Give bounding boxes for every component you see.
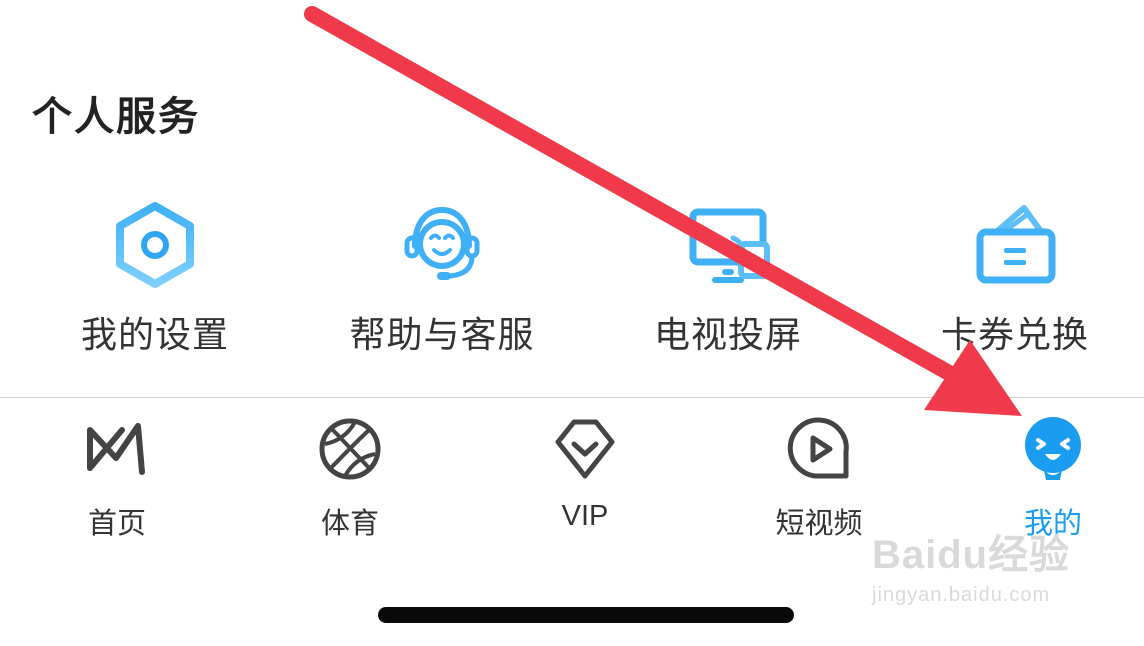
tab-home[interactable]: 首页 xyxy=(37,414,197,544)
tab-label: 我的 xyxy=(1023,508,1082,540)
customer-service-icon xyxy=(404,206,480,280)
service-label: 卡券兑换 xyxy=(940,314,1089,355)
tab-short-video[interactable]: 短视频 xyxy=(739,414,899,544)
tab-sports[interactable]: 体育 xyxy=(270,414,430,544)
service-label: 电视投屏 xyxy=(653,314,802,355)
coupon-wallet-icon xyxy=(976,205,1056,284)
basketball-icon xyxy=(319,418,381,480)
home-indicator[interactable] xyxy=(378,607,794,623)
home-logo-icon xyxy=(87,423,145,475)
service-my-settings[interactable]: 我的设置 xyxy=(35,200,275,360)
tab-label: 首页 xyxy=(87,508,146,540)
service-tv-cast[interactable]: 电视投屏 xyxy=(608,200,848,360)
short-video-icon xyxy=(787,417,849,479)
service-coupon-redeem[interactable]: 卡券兑换 xyxy=(895,200,1135,360)
settings-hex-icon xyxy=(116,202,194,288)
tab-mine[interactable]: 我的 xyxy=(973,414,1133,544)
section-title: 个人服务 xyxy=(32,95,200,139)
service-label: 我的设置 xyxy=(80,314,229,355)
service-label: 帮助与客服 xyxy=(349,314,535,355)
tab-label: 短视频 xyxy=(775,508,863,540)
profile-mascot-icon xyxy=(1025,417,1081,480)
vip-shield-icon xyxy=(555,419,615,479)
tab-label: VIP xyxy=(561,500,609,532)
tab-vip[interactable]: VIP xyxy=(505,414,665,544)
service-help-support[interactable]: 帮助与客服 xyxy=(322,200,562,360)
tab-label: 体育 xyxy=(320,508,379,540)
tv-cast-icon xyxy=(689,208,770,283)
watermark-site: jingyan.baidu.com xyxy=(872,584,1051,606)
divider xyxy=(0,397,1144,398)
